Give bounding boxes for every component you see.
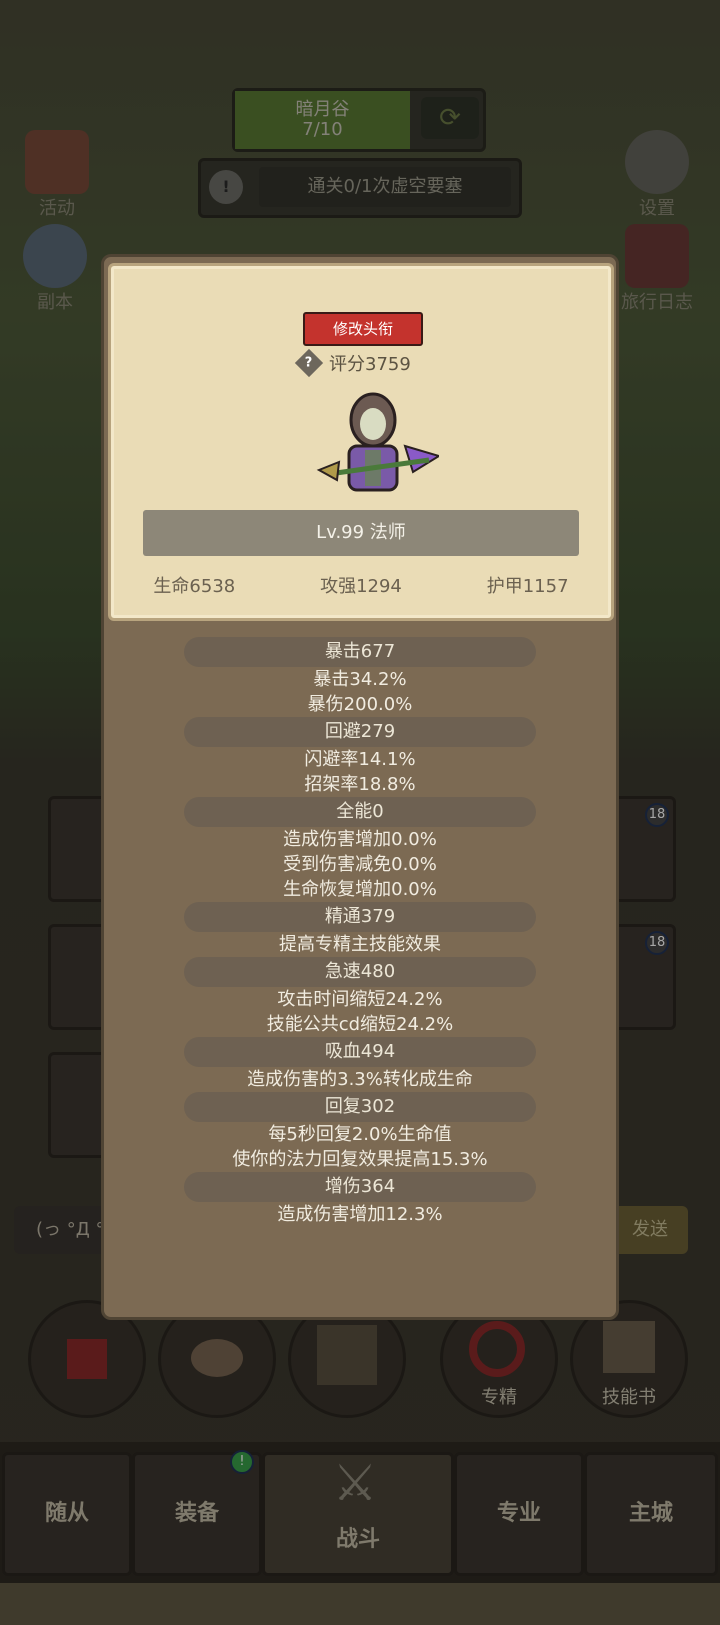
character-card: 修改头衔 ? 评分3759 Lv.99 法师 生命6538 攻强1294 护甲1…: [108, 263, 614, 621]
score-row: ? 评分3759: [294, 348, 411, 378]
stat-line: 使你的法力回复效果提高15.3%: [232, 1149, 488, 1170]
edit-title-button[interactable]: 修改头衔: [303, 312, 423, 346]
stat-section-head: 全能0: [184, 797, 536, 827]
armor-stat: 护甲1157: [486, 576, 569, 597]
stat-line: 生命恢复增加0.0%: [283, 879, 437, 900]
attack-power-stat: 攻强1294: [320, 576, 402, 597]
stat-section-head: 回复302: [184, 1092, 536, 1122]
stat-section-head: 急速480: [184, 957, 536, 987]
stat-section-head: 精通379: [184, 902, 536, 932]
level-class-bar: Lv.99 法师: [143, 510, 579, 556]
stat-line: 造成伤害增加12.3%: [277, 1204, 443, 1225]
stat-line: 技能公共cd缩短24.2%: [266, 1014, 454, 1035]
help-icon[interactable]: ?: [294, 348, 324, 378]
stat-section-head: 吸血494: [184, 1037, 536, 1067]
character-stats-modal: 修改头衔 ? 评分3759 Lv.99 法师 生命6538 攻强1294 护甲1…: [101, 254, 619, 1320]
stat-section-head: 回避279: [184, 717, 536, 747]
stat-line: 造成伤害增加0.0%: [283, 829, 437, 850]
stat-line: 提高专精主技能效果: [279, 934, 441, 955]
score-value: 评分3759: [329, 354, 411, 375]
stat-line: 闪避率14.1%: [304, 749, 416, 770]
stat-section-head: 暴击677: [184, 637, 536, 667]
stat-line: 暴伤200.0%: [307, 694, 413, 715]
stat-line: 攻击时间缩短24.2%: [277, 989, 443, 1010]
hp-stat: 生命6538: [153, 576, 236, 597]
stat-line: 招架率18.8%: [304, 774, 416, 795]
stat-line: 每5秒回复2.0%生命值: [268, 1124, 452, 1145]
stat-line: 暴击34.2%: [313, 669, 407, 690]
base-stats: 生命6538 攻强1294 护甲1157: [111, 572, 611, 598]
stat-line: 受到伤害减免0.0%: [283, 854, 437, 875]
stat-section-head: 增伤364: [184, 1172, 536, 1202]
stat-detail-list: 暴击677 暴击34.2% 暴伤200.0% 回避279 闪避率14.1% 招架…: [104, 637, 616, 1227]
stat-line: 造成伤害的3.3%转化成生命: [247, 1069, 473, 1090]
hero-portrait: [316, 392, 439, 492]
